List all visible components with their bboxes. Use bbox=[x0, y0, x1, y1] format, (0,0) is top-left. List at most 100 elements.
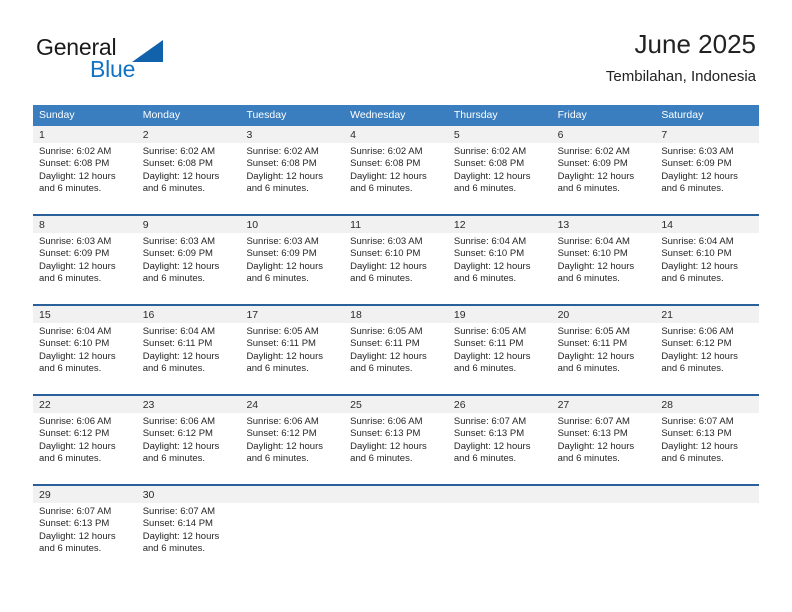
day-cell[interactable]: Sunrise: 6:03 AM Sunset: 6:09 PM Dayligh… bbox=[137, 233, 241, 293]
sunset-text: Sunset: 6:10 PM bbox=[39, 338, 110, 350]
sunrise-text: Sunrise: 6:06 AM bbox=[142, 416, 216, 427]
day-number[interactable]: 21 bbox=[655, 306, 759, 323]
daylight-text-line1: Daylight: 12 hours bbox=[661, 350, 738, 362]
day-cell[interactable]: Sunrise: 6:04 AM Sunset: 6:10 PM Dayligh… bbox=[552, 233, 656, 293]
day-number[interactable]: 24 bbox=[240, 396, 344, 413]
day-number[interactable]: 4 bbox=[344, 126, 448, 143]
day-number[interactable]: 30 bbox=[137, 486, 241, 503]
day-number[interactable]: 11 bbox=[344, 216, 448, 233]
day-number[interactable]: 25 bbox=[344, 396, 448, 413]
day-number[interactable]: 8 bbox=[33, 216, 137, 233]
sunset-text: Sunset: 6:09 PM bbox=[246, 248, 317, 260]
day-number[interactable]: 5 bbox=[448, 126, 552, 143]
day-cell[interactable]: Sunrise: 6:07 AM Sunset: 6:13 PM Dayligh… bbox=[448, 413, 552, 473]
day-number[interactable]: 15 bbox=[33, 306, 137, 323]
day-number[interactable]: 28 bbox=[655, 396, 759, 413]
day-cell[interactable]: Sunrise: 6:05 AM Sunset: 6:11 PM Dayligh… bbox=[448, 323, 552, 383]
daylight-text-line1: Daylight: 12 hours bbox=[39, 440, 116, 452]
daylight-text-line2: and 6 minutes. bbox=[39, 182, 102, 194]
day-cell[interactable]: Sunrise: 6:04 AM Sunset: 6:10 PM Dayligh… bbox=[33, 323, 137, 383]
sunset-text: Sunset: 6:10 PM bbox=[661, 248, 732, 260]
day-number[interactable]: 7 bbox=[655, 126, 759, 143]
day-number[interactable]: 14 bbox=[655, 216, 759, 233]
day-number[interactable]: 22 bbox=[33, 396, 137, 413]
day-cell[interactable]: Sunrise: 6:07 AM Sunset: 6:13 PM Dayligh… bbox=[552, 413, 656, 473]
day-number[interactable]: 13 bbox=[552, 216, 656, 233]
daylight-text-line1: Daylight: 12 hours bbox=[453, 350, 531, 362]
daylight-text-line2: and 6 minutes. bbox=[453, 272, 517, 284]
daylight-text-line2: and 6 minutes. bbox=[142, 182, 206, 194]
day-cell[interactable]: Sunrise: 6:05 AM Sunset: 6:11 PM Dayligh… bbox=[552, 323, 656, 383]
daylight-text-line2: and 6 minutes. bbox=[661, 362, 724, 374]
day-cell[interactable]: Sunrise: 6:02 AM Sunset: 6:08 PM Dayligh… bbox=[33, 143, 137, 203]
day-number[interactable]: 3 bbox=[240, 126, 344, 143]
day-number[interactable]: 23 bbox=[137, 396, 241, 413]
day-cell[interactable]: Sunrise: 6:03 AM Sunset: 6:09 PM Dayligh… bbox=[33, 233, 137, 293]
day-number[interactable]: 16 bbox=[137, 306, 241, 323]
sunset-text: Sunset: 6:08 PM bbox=[142, 158, 213, 170]
sunset-text: Sunset: 6:12 PM bbox=[246, 428, 317, 440]
day-cell[interactable]: Sunrise: 6:04 AM Sunset: 6:10 PM Dayligh… bbox=[448, 233, 552, 293]
day-number[interactable]: 27 bbox=[552, 396, 656, 413]
day-cell[interactable]: Sunrise: 6:02 AM Sunset: 6:09 PM Dayligh… bbox=[552, 143, 656, 203]
day-cell-empty bbox=[552, 503, 656, 563]
day-number-empty bbox=[344, 486, 448, 503]
daylight-text-line1: Daylight: 12 hours bbox=[557, 440, 635, 452]
day-cell[interactable]: Sunrise: 6:03 AM Sunset: 6:10 PM Dayligh… bbox=[344, 233, 448, 293]
day-cell[interactable]: Sunrise: 6:02 AM Sunset: 6:08 PM Dayligh… bbox=[448, 143, 552, 203]
sunrise-text: Sunrise: 6:02 AM bbox=[557, 146, 630, 157]
daylight-text-line2: and 6 minutes. bbox=[661, 182, 724, 194]
sunrise-text: Sunrise: 6:03 AM bbox=[350, 236, 423, 247]
day-number[interactable]: 6 bbox=[552, 126, 656, 143]
day-cell[interactable]: Sunrise: 6:04 AM Sunset: 6:11 PM Dayligh… bbox=[137, 323, 241, 383]
sunrise-text: Sunrise: 6:07 AM bbox=[39, 506, 112, 517]
day-cell[interactable]: Sunrise: 6:06 AM Sunset: 6:12 PM Dayligh… bbox=[33, 413, 137, 473]
day-number[interactable]: 18 bbox=[344, 306, 448, 323]
day-cell[interactable]: Sunrise: 6:05 AM Sunset: 6:11 PM Dayligh… bbox=[344, 323, 448, 383]
day-number[interactable]: 12 bbox=[448, 216, 552, 233]
day-number-empty bbox=[552, 486, 656, 503]
day-cell[interactable]: Sunrise: 6:03 AM Sunset: 6:09 PM Dayligh… bbox=[240, 233, 344, 293]
sunset-text: Sunset: 6:08 PM bbox=[246, 158, 317, 170]
day-cell[interactable]: Sunrise: 6:07 AM Sunset: 6:13 PM Dayligh… bbox=[33, 503, 137, 563]
day-number[interactable]: 20 bbox=[552, 306, 656, 323]
calendar-grid: Sunday Monday Tuesday Wednesday Thursday… bbox=[33, 105, 759, 563]
day-cell[interactable]: Sunrise: 6:03 AM Sunset: 6:09 PM Dayligh… bbox=[655, 143, 759, 203]
day-number[interactable]: 9 bbox=[137, 216, 241, 233]
day-cell[interactable]: Sunrise: 6:05 AM Sunset: 6:11 PM Dayligh… bbox=[240, 323, 344, 383]
sunrise-text: Sunrise: 6:03 AM bbox=[246, 236, 319, 247]
day-number[interactable]: 10 bbox=[240, 216, 344, 233]
logo-triangle-icon bbox=[132, 40, 163, 62]
day-number[interactable]: 17 bbox=[240, 306, 344, 323]
page-header: General Blue June 2025 Tembilahan, Indon… bbox=[0, 0, 792, 104]
day-number[interactable]: 19 bbox=[448, 306, 552, 323]
day-number[interactable]: 2 bbox=[137, 126, 241, 143]
day-cell[interactable]: Sunrise: 6:06 AM Sunset: 6:12 PM Dayligh… bbox=[655, 323, 759, 383]
day-cell[interactable]: Sunrise: 6:07 AM Sunset: 6:14 PM Dayligh… bbox=[137, 503, 241, 563]
day-number[interactable]: 26 bbox=[448, 396, 552, 413]
day-cell[interactable]: Sunrise: 6:07 AM Sunset: 6:13 PM Dayligh… bbox=[655, 413, 759, 473]
day-cell[interactable]: Sunrise: 6:02 AM Sunset: 6:08 PM Dayligh… bbox=[344, 143, 448, 203]
sunset-text: Sunset: 6:13 PM bbox=[453, 428, 525, 440]
sunrise-text: Sunrise: 6:02 AM bbox=[246, 146, 319, 157]
sunset-text: Sunset: 6:09 PM bbox=[142, 248, 213, 260]
daylight-text-line1: Daylight: 12 hours bbox=[557, 260, 635, 272]
daylight-text-line2: and 6 minutes. bbox=[246, 272, 309, 284]
day-cell[interactable]: Sunrise: 6:06 AM Sunset: 6:12 PM Dayligh… bbox=[240, 413, 344, 473]
day-number[interactable]: 29 bbox=[33, 486, 137, 503]
sunrise-text: Sunrise: 6:06 AM bbox=[661, 326, 734, 337]
day-number-band: 29 30 bbox=[33, 486, 759, 503]
day-cell[interactable]: Sunrise: 6:02 AM Sunset: 6:08 PM Dayligh… bbox=[240, 143, 344, 203]
daylight-text-line1: Daylight: 12 hours bbox=[142, 170, 220, 182]
day-number[interactable]: 1 bbox=[33, 126, 137, 143]
sunrise-text: Sunrise: 6:02 AM bbox=[350, 146, 423, 157]
day-cell[interactable]: Sunrise: 6:06 AM Sunset: 6:12 PM Dayligh… bbox=[137, 413, 241, 473]
day-cell[interactable]: Sunrise: 6:06 AM Sunset: 6:13 PM Dayligh… bbox=[344, 413, 448, 473]
sunset-text: Sunset: 6:08 PM bbox=[39, 158, 110, 170]
day-cell[interactable]: Sunrise: 6:02 AM Sunset: 6:08 PM Dayligh… bbox=[137, 143, 241, 203]
sunset-text: Sunset: 6:08 PM bbox=[453, 158, 525, 170]
day-cell[interactable]: Sunrise: 6:04 AM Sunset: 6:10 PM Dayligh… bbox=[655, 233, 759, 293]
daylight-text-line1: Daylight: 12 hours bbox=[661, 260, 738, 272]
general-blue-logo[interactable]: General Blue bbox=[36, 34, 236, 90]
sunset-text: Sunset: 6:10 PM bbox=[557, 248, 628, 260]
